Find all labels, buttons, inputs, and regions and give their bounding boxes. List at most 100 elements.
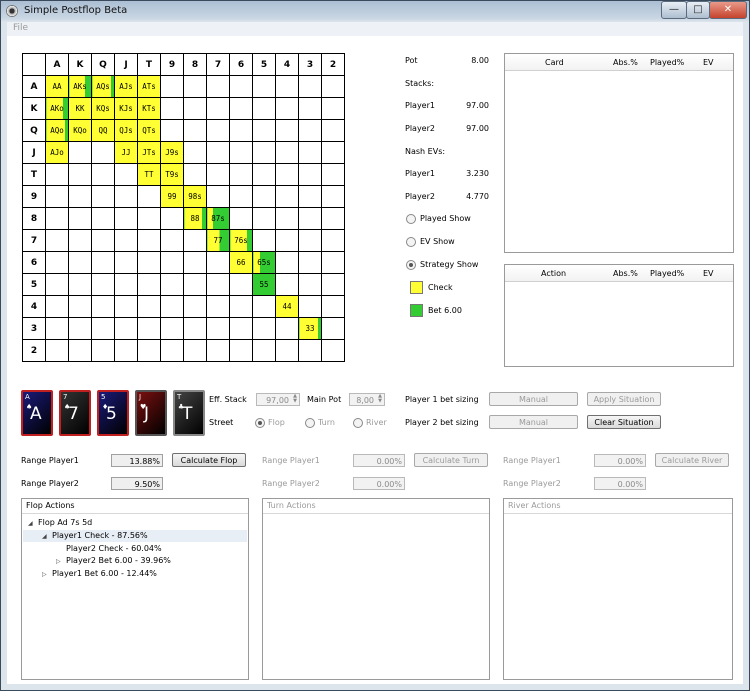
hand-cell-QJs[interactable]: QJs bbox=[114, 119, 138, 142]
hand-cell-empty[interactable] bbox=[114, 339, 138, 362]
hand-cell-empty[interactable] bbox=[229, 207, 253, 230]
strategy-show-radio[interactable] bbox=[406, 260, 416, 270]
hand-cell-empty[interactable] bbox=[68, 229, 92, 252]
hand-cell-empty[interactable] bbox=[137, 185, 161, 208]
hand-cell-empty[interactable] bbox=[114, 207, 138, 230]
hand-cell-QQ[interactable]: QQ bbox=[91, 119, 115, 142]
hand-cell-65s[interactable]: 65s bbox=[252, 251, 276, 274]
hand-cell-empty[interactable] bbox=[45, 207, 69, 230]
hand-cell-empty[interactable] bbox=[298, 339, 322, 362]
ev-show-radio[interactable] bbox=[406, 237, 416, 247]
hand-cell-empty[interactable] bbox=[252, 185, 276, 208]
flop-radio[interactable] bbox=[255, 418, 265, 428]
hand-cell-AKs[interactable]: AKs bbox=[68, 75, 92, 98]
tree-node-p2-bet[interactable]: Player2 Bet 6.00 - 39.96% bbox=[66, 556, 171, 565]
hand-cell-ATs[interactable]: ATs bbox=[137, 75, 161, 98]
hand-cell-empty[interactable] bbox=[160, 251, 184, 274]
hand-cell-empty[interactable] bbox=[275, 97, 299, 120]
hand-cell-empty[interactable] bbox=[321, 97, 345, 120]
hand-cell-empty[interactable] bbox=[298, 163, 322, 186]
hand-cell-empty[interactable] bbox=[137, 251, 161, 274]
hand-cell-empty[interactable] bbox=[229, 273, 253, 296]
hand-cell-empty[interactable] bbox=[91, 339, 115, 362]
hand-cell-empty[interactable] bbox=[252, 229, 276, 252]
main-pot-input[interactable]: 8,00 ▲ ▼ bbox=[349, 393, 385, 406]
hand-cell-empty[interactable] bbox=[137, 339, 161, 362]
hand-cell-KQo[interactable]: KQo bbox=[68, 119, 92, 142]
hand-cell-empty[interactable] bbox=[298, 273, 322, 296]
hand-cell-empty[interactable] bbox=[252, 339, 276, 362]
clear-situation-button[interactable]: Clear Situation bbox=[587, 415, 661, 429]
main-pot-spinner[interactable]: ▲ ▼ bbox=[376, 394, 384, 405]
hand-cell-empty[interactable] bbox=[160, 97, 184, 120]
hand-cell-empty[interactable] bbox=[160, 317, 184, 340]
hand-cell-empty[interactable] bbox=[45, 339, 69, 362]
hand-cell-empty[interactable] bbox=[275, 119, 299, 142]
hand-cell-empty[interactable] bbox=[91, 141, 115, 164]
tree-node-flop-root[interactable]: Flop Ad 7s 5d bbox=[38, 518, 92, 527]
hand-cell-empty[interactable] bbox=[321, 295, 345, 318]
hand-cell-empty[interactable] bbox=[160, 207, 184, 230]
hand-cell-KTs[interactable]: KTs bbox=[137, 97, 161, 120]
hand-cell-AA[interactable]: AA bbox=[45, 75, 69, 98]
hand-cell-empty[interactable] bbox=[160, 75, 184, 98]
hand-cell-empty[interactable] bbox=[321, 339, 345, 362]
hand-cell-empty[interactable] bbox=[68, 207, 92, 230]
hand-cell-empty[interactable] bbox=[91, 273, 115, 296]
hand-cell-empty[interactable] bbox=[275, 163, 299, 186]
hand-cell-empty[interactable] bbox=[229, 141, 253, 164]
maximize-button[interactable]: □ bbox=[686, 1, 710, 19]
hand-cell-empty[interactable] bbox=[229, 119, 253, 142]
hand-cell-empty[interactable] bbox=[298, 207, 322, 230]
hand-cell-empty[interactable] bbox=[321, 229, 345, 252]
hand-cell-empty[interactable] bbox=[275, 317, 299, 340]
hand-cell-empty[interactable] bbox=[298, 185, 322, 208]
hand-cell-87s[interactable]: 87s bbox=[206, 207, 230, 230]
hand-cell-empty[interactable] bbox=[298, 251, 322, 274]
hand-cell-76s[interactable]: 76s bbox=[229, 229, 253, 252]
hand-cell-empty[interactable] bbox=[137, 317, 161, 340]
played-show-radio[interactable] bbox=[406, 214, 416, 224]
hand-cell-empty[interactable] bbox=[275, 229, 299, 252]
hand-cell-empty[interactable] bbox=[68, 163, 92, 186]
hand-cell-88[interactable]: 88 bbox=[183, 207, 207, 230]
hand-cell-empty[interactable] bbox=[114, 317, 138, 340]
hand-cell-33[interactable]: 33 bbox=[298, 317, 322, 340]
hand-cell-empty[interactable] bbox=[183, 295, 207, 318]
hand-cell-AQo[interactable]: AQo bbox=[45, 119, 69, 142]
hand-cell-empty[interactable] bbox=[160, 295, 184, 318]
hand-cell-empty[interactable] bbox=[137, 229, 161, 252]
hand-cell-AJs[interactable]: AJs bbox=[114, 75, 138, 98]
hand-cell-empty[interactable] bbox=[68, 141, 92, 164]
river-range-p1-value[interactable]: 0.00% bbox=[594, 454, 646, 467]
hand-cell-empty[interactable] bbox=[206, 295, 230, 318]
hand-cell-empty[interactable] bbox=[229, 185, 253, 208]
hand-cell-empty[interactable] bbox=[183, 75, 207, 98]
hand-cell-empty[interactable] bbox=[160, 273, 184, 296]
hand-cell-empty[interactable] bbox=[45, 163, 69, 186]
hand-cell-empty[interactable] bbox=[160, 229, 184, 252]
hand-cell-empty[interactable] bbox=[206, 273, 230, 296]
hand-cell-AQs[interactable]: AQs bbox=[91, 75, 115, 98]
hand-cell-empty[interactable] bbox=[68, 317, 92, 340]
col-played[interactable]: Played% bbox=[650, 269, 684, 278]
flop-range-p1-value[interactable]: 13.88% bbox=[111, 454, 163, 467]
hand-cell-empty[interactable] bbox=[229, 75, 253, 98]
hand-cell-empty[interactable] bbox=[183, 97, 207, 120]
river-radio[interactable] bbox=[353, 418, 363, 428]
hand-cell-empty[interactable] bbox=[321, 185, 345, 208]
hand-cell-empty[interactable] bbox=[229, 295, 253, 318]
hand-cell-empty[interactable] bbox=[183, 229, 207, 252]
hand-cell-empty[interactable] bbox=[298, 141, 322, 164]
hand-cell-empty[interactable] bbox=[252, 75, 276, 98]
calculate-flop-button[interactable]: Calculate Flop bbox=[172, 453, 246, 467]
action-table[interactable]: Action Abs.% Played% EV bbox=[504, 264, 734, 367]
hand-cell-AJo[interactable]: AJo bbox=[45, 141, 69, 164]
tree-node-p1-check[interactable]: Player1 Check - 87.56% bbox=[52, 531, 148, 540]
hand-cell-44[interactable]: 44 bbox=[275, 295, 299, 318]
hand-cell-empty[interactable] bbox=[298, 75, 322, 98]
turn-range-p1-value[interactable]: 0.00% bbox=[353, 454, 405, 467]
hand-cell-T9s[interactable]: T9s bbox=[160, 163, 184, 186]
hand-cell-empty[interactable] bbox=[114, 163, 138, 186]
hand-cell-empty[interactable] bbox=[275, 251, 299, 274]
